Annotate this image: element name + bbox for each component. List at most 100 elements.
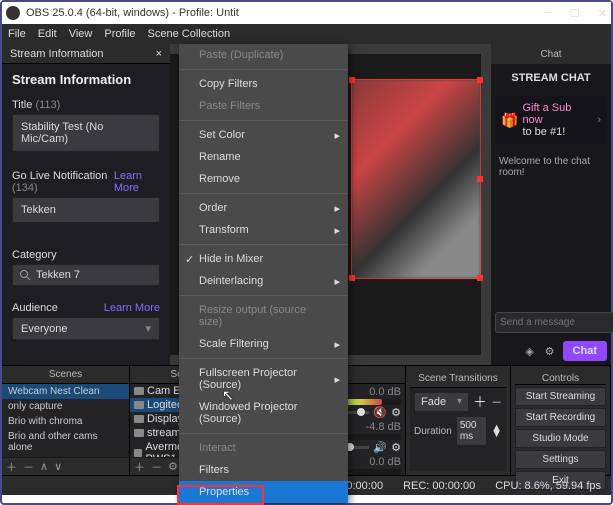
- window-title: OBS 25.0.4 (64-bit, windows) - Profile: …: [26, 7, 544, 19]
- maximize-button[interactable]: ☐: [570, 7, 580, 20]
- gift-text: Gift a Sub nowto be #1!: [522, 102, 593, 138]
- controls-dock: Controls Start Streaming Start Recording…: [511, 366, 611, 475]
- audience-select[interactable]: Everyone: [12, 317, 160, 340]
- resize-handle[interactable]: [477, 176, 483, 182]
- add-scene-button[interactable]: ＋: [6, 459, 17, 475]
- scene-item[interactable]: Brio and other cams alone: [2, 429, 129, 455]
- resize-handle[interactable]: [349, 77, 355, 83]
- add-transition-button[interactable]: ＋: [473, 392, 487, 412]
- ctx-scale-filtering[interactable]: Scale Filtering: [179, 333, 348, 355]
- chat-heading: STREAM CHAT: [491, 64, 611, 92]
- scenes-dock: Scenes Webcam Nest Cleanonly captureBrio…: [2, 366, 130, 475]
- gift-promo[interactable]: 🎁 Gift a Sub nowto be #1! ›: [495, 96, 607, 144]
- ctx-set-color[interactable]: Set Color: [179, 124, 348, 146]
- golive-input[interactable]: Tekken: [12, 197, 160, 223]
- resize-handle[interactable]: [477, 77, 483, 83]
- camera-icon: [134, 401, 144, 409]
- camera-feed: [352, 80, 480, 278]
- panel-heading: Stream Information: [2, 64, 170, 95]
- app-icon: [6, 6, 20, 20]
- source-settings-button[interactable]: ⚙: [168, 460, 178, 473]
- ctx-rename[interactable]: Rename: [179, 146, 348, 168]
- source-selection[interactable]: [351, 79, 481, 279]
- scenes-header: Scenes: [2, 366, 129, 384]
- chat-input[interactable]: [495, 312, 613, 333]
- search-icon: [19, 269, 31, 281]
- ctx-transform[interactable]: Transform: [179, 219, 348, 241]
- remove-source-button[interactable]: －: [151, 459, 162, 475]
- status-rec: REC: 00:00:00: [403, 480, 475, 492]
- chat-panel: Chat STREAM CHAT 🎁 Gift a Sub nowto be #…: [491, 44, 611, 365]
- settings-button[interactable]: Settings: [515, 450, 606, 469]
- ctx-copy-filters[interactable]: Copy Filters: [179, 73, 348, 95]
- ctx-resize-output: Resize output (source size): [179, 299, 348, 333]
- camera-icon: [134, 429, 144, 437]
- golive-label: Go Live Notification (134): [12, 170, 114, 194]
- ctx-paste-duplicate: Paste (Duplicate): [179, 44, 348, 66]
- scene-up-button[interactable]: ∧: [40, 460, 48, 473]
- title-label: Title (113): [12, 99, 60, 111]
- speaker-icon[interactable]: 🔊: [373, 441, 387, 454]
- ctx-fullscreen-projector[interactable]: Fullscreen Projector (Source): [179, 362, 348, 396]
- learn-more-link[interactable]: Learn More: [114, 170, 160, 194]
- cursor-icon: ↖: [222, 387, 234, 404]
- speaker-icon[interactable]: 🔇: [373, 406, 387, 419]
- remove-transition-button[interactable]: －: [491, 394, 502, 410]
- ctx-filters[interactable]: Filters: [179, 459, 348, 481]
- stream-info-panel: Stream Information × Stream Information …: [2, 44, 170, 365]
- ctx-hide-mixer[interactable]: Hide in Mixer: [179, 248, 348, 270]
- menu-view[interactable]: View: [69, 28, 93, 40]
- add-source-button[interactable]: ＋: [134, 459, 145, 475]
- menubar: File Edit View Profile Scene Collection: [2, 24, 611, 44]
- scene-item[interactable]: Brio with chroma: [2, 414, 129, 429]
- diamond-icon[interactable]: ◈: [523, 344, 537, 358]
- gear-icon[interactable]: ⚙: [391, 406, 401, 419]
- category-search[interactable]: Tekken 7: [12, 264, 160, 286]
- transitions-dock: Scene Transitions Fade ＋ － Duration 500 …: [406, 366, 511, 475]
- scene-down-button[interactable]: ∨: [54, 460, 62, 473]
- resize-handle[interactable]: [477, 275, 483, 281]
- tab-stream-info[interactable]: Stream Information: [10, 48, 104, 60]
- scene-item[interactable]: only capture: [2, 399, 129, 414]
- gift-icon: 🎁: [501, 112, 518, 129]
- transitions-header: Scene Transitions: [410, 370, 506, 388]
- gear-icon[interactable]: ⚙: [543, 344, 557, 358]
- controls-header: Controls: [515, 370, 606, 385]
- menu-file[interactable]: File: [8, 28, 26, 40]
- ctx-interact: Interact: [179, 437, 348, 459]
- ctx-remove[interactable]: Remove: [179, 168, 348, 190]
- tab-close-icon[interactable]: ×: [156, 48, 162, 60]
- chat-button[interactable]: Chat: [563, 341, 607, 361]
- chevron-right-icon: ›: [597, 114, 601, 126]
- remove-scene-button[interactable]: －: [23, 459, 34, 475]
- ctx-windowed-projector[interactable]: Windowed Projector (Source): [179, 396, 348, 430]
- menu-profile[interactable]: Profile: [104, 28, 135, 40]
- chat-messages: Welcome to the chat room!: [491, 148, 611, 308]
- ctx-paste-filters: Paste Filters: [179, 95, 348, 117]
- titlebar: OBS 25.0.4 (64-bit, windows) - Profile: …: [2, 2, 611, 24]
- title-input[interactable]: Stability Test (No Mic/Cam): [12, 114, 160, 152]
- ctx-deinterlacing[interactable]: Deinterlacing: [179, 270, 348, 292]
- camera-icon: [134, 415, 144, 423]
- start-recording-button[interactable]: Start Recording: [515, 408, 606, 427]
- duration-label: Duration: [414, 426, 452, 437]
- minimize-button[interactable]: ─: [544, 7, 552, 20]
- learn-more-link-2[interactable]: Learn More: [104, 302, 160, 314]
- close-button[interactable]: ✕: [598, 7, 607, 20]
- audience-label: Audience: [12, 302, 58, 314]
- ctx-properties[interactable]: Properties: [179, 481, 348, 503]
- scene-item[interactable]: Webcam Nest Clean: [2, 384, 129, 399]
- resize-handle[interactable]: [349, 275, 355, 281]
- menu-scene-collection[interactable]: Scene Collection: [148, 28, 231, 40]
- start-streaming-button[interactable]: Start Streaming: [515, 387, 606, 406]
- gear-icon[interactable]: ⚙: [391, 441, 401, 454]
- tab-chat[interactable]: Chat: [491, 44, 611, 64]
- status-cpu: CPU: 8.6%, 59.94 fps: [495, 480, 601, 492]
- transition-select[interactable]: Fade: [414, 392, 469, 412]
- category-label: Category: [12, 249, 57, 261]
- studio-mode-button[interactable]: Studio Mode: [515, 429, 606, 448]
- menu-edit[interactable]: Edit: [38, 28, 57, 40]
- ctx-order[interactable]: Order: [179, 197, 348, 219]
- duration-stepper[interactable]: ▲▼: [491, 425, 502, 437]
- duration-input[interactable]: 500 ms: [456, 416, 487, 446]
